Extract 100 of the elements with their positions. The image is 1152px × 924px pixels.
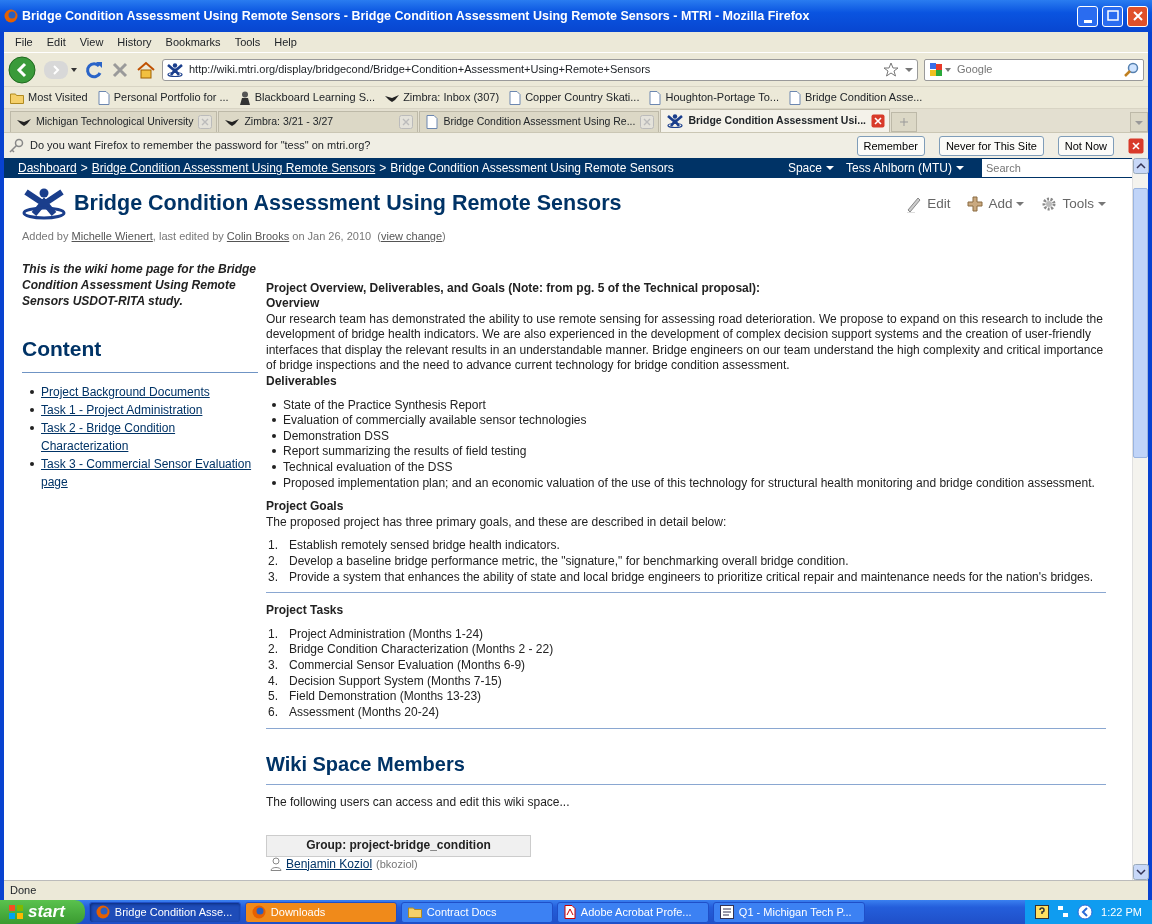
section-heading: Project Goals <box>266 499 345 515</box>
scroll-up-icon[interactable] <box>1133 158 1149 174</box>
chevron-icon[interactable] <box>1077 904 1094 920</box>
notification-button[interactable]: Not Now <box>1057 135 1114 156</box>
section-heading: Deliverables <box>266 374 338 390</box>
list-item: Assessment (Months 20-24) <box>289 704 440 721</box>
notification-button[interactable]: Never for This Site <box>938 135 1044 156</box>
back-button[interactable] <box>8 55 38 84</box>
bookmark[interactable]: Blackboard Learning S... <box>238 89 376 106</box>
folder-icon <box>407 906 422 918</box>
search-icon[interactable] <box>1123 61 1139 78</box>
browser-tab[interactable]: Bridge Condition Assessment Usi... <box>660 109 890 132</box>
browser-tab[interactable]: Zimbra: 3/21 - 3/27 <box>218 111 419 132</box>
close-tab-icon[interactable] <box>870 114 885 128</box>
paragraph: The following users can access and edit this wiki space... <box>266 795 571 811</box>
list-number: 1. <box>268 538 279 554</box>
bullet-icon <box>272 449 276 454</box>
address-field[interactable]: http://wiki.mtri.org/display/bridgecond/Bridge+Condition+Assessment+Using+Remote+Sensors <box>162 58 918 81</box>
menu-item[interactable]: History <box>110 33 159 51</box>
status-text: Done <box>10 883 37 899</box>
menu-item[interactable]: Help <box>267 33 304 51</box>
bookmark[interactable]: Most Visited <box>10 89 88 106</box>
list-number: 2. <box>268 554 279 570</box>
browser-tab[interactable]: Bridge Condition Assessment Using Re... <box>419 111 660 132</box>
bullet-icon <box>272 433 276 438</box>
bullet-icon <box>272 465 276 470</box>
user-link[interactable]: Benjamin Koziol <box>286 856 373 873</box>
caret-icon <box>1098 201 1106 207</box>
page-action-button[interactable]: Tools <box>1040 193 1106 215</box>
bullet-icon <box>30 426 34 430</box>
menu-item[interactable]: Tools <box>227 33 268 51</box>
byline-link[interactable]: Michelle Wienert <box>71 230 153 242</box>
breadcrumb-link[interactable]: Bridge Condition Assessment Using Remote Sensors <box>91 159 376 177</box>
list-item: Report summarizing the results of field testing <box>283 444 527 461</box>
breadcrumb-link[interactable]: Dashboard <box>18 159 77 177</box>
menu-item[interactable]: Edit <box>39 33 73 51</box>
bookmark[interactable]: Zimbra: Inbox (307) <box>385 89 500 106</box>
byline: Added by Michelle Wienert, last edited by Colin Brooks on Jan 26, 2010 (view change) <box>22 229 447 244</box>
scrollbar[interactable] <box>1132 158 1148 880</box>
bullet-icon <box>272 480 276 485</box>
sidebar-link[interactable]: Task 2 - Bridge Condition Characterization <box>41 419 258 455</box>
bookmark[interactable]: Personal Portfolio for ... <box>97 89 229 106</box>
page-icon <box>426 115 439 129</box>
breadcrumb-text: > <box>379 160 387 177</box>
bookmark[interactable]: Copper Country Skati... <box>509 89 640 106</box>
url-text: http://wiki.mtri.org/display/bridgecond/Bridge+Condition+Assessment+Using+Remote+Sensors <box>189 62 652 78</box>
menu-item[interactable]: Bookmarks <box>158 33 228 51</box>
list-item: Evaluation of commercially available sensor technologies <box>283 413 587 429</box>
menu-item[interactable]: File <box>8 33 40 51</box>
close-button[interactable] <box>1128 137 1144 154</box>
paragraph: The proposed project has three primary goals, and these are described in detail below: <box>266 514 728 531</box>
search-input[interactable]: Google <box>957 61 1119 78</box>
username-text: (bkoziol) <box>376 856 418 872</box>
bullet-icon <box>30 408 34 412</box>
reload-icon[interactable] <box>84 59 104 80</box>
taskbar-button[interactable]: Bridge Condition Asse... <box>88 901 241 923</box>
list-number: 5. <box>268 689 279 705</box>
list-number: 6. <box>268 704 279 721</box>
list-item: Develop a baseline bridge performance metric, the "signature," for benchmarking overall bridge condition. <box>289 554 849 570</box>
minimize-button[interactable] <box>1077 5 1098 27</box>
colored-squares-icon[interactable] <box>929 61 953 78</box>
caret-icon <box>825 165 834 171</box>
site-search-field[interactable]: Search <box>982 159 1132 177</box>
sidebar-link[interactable]: Task 1 - Project Administration <box>41 401 203 419</box>
maximize-button[interactable] <box>1102 5 1123 27</box>
page-title: Bridge Condition Assessment Using Remote Sensors <box>74 191 622 217</box>
figure-logo-icon <box>167 62 183 77</box>
notification-button[interactable]: Remember <box>856 135 925 156</box>
home-icon[interactable] <box>136 59 156 80</box>
page-action-button[interactable]: Add <box>966 193 1025 215</box>
web-search-field[interactable]: Google <box>924 58 1144 81</box>
windows-flag-icon <box>8 904 24 920</box>
help-icon[interactable] <box>1035 905 1050 919</box>
page-action-button[interactable]: Edit <box>905 193 951 215</box>
browser-tab[interactable]: Michigan Technological University <box>10 111 218 132</box>
list-item: Technical evaluation of the DSS <box>283 460 453 476</box>
taskbar-button[interactable]: Q1 - Michigan Tech P... <box>712 901 865 923</box>
sidebar-link[interactable]: Project Background Documents <box>41 383 210 401</box>
bookmark[interactable]: Bridge Condition Asse... <box>789 89 923 106</box>
dropdown-caret-icon[interactable] <box>905 65 913 74</box>
taskbar-button[interactable]: Adobe Acrobat Profe... <box>556 901 709 923</box>
document-icon <box>719 905 734 919</box>
section-heading: Project Tasks <box>266 603 345 619</box>
section-heading: Project Overview, Deliverables, and Goals (Note: from pg. 5 of the Technical proposal): <box>266 280 762 297</box>
header-menu[interactable]: Space <box>787 159 834 177</box>
scroll-down-icon[interactable] <box>1133 864 1149 880</box>
section-heading: Content <box>22 332 258 373</box>
close-button[interactable] <box>1127 5 1148 27</box>
list-item: Demonstration DSS <box>283 428 390 445</box>
bookmark[interactable]: Houghton-Portage To... <box>649 89 779 106</box>
menu-item[interactable]: View <box>72 33 111 51</box>
list-number: 2. <box>268 642 279 658</box>
folder-icon <box>10 91 24 104</box>
sidebar-link[interactable]: Task 3 - Commercial Sensor Evaluation page <box>41 455 258 491</box>
document-icon <box>563 905 576 919</box>
byline-link[interactable]: Colin Brooks <box>226 230 290 242</box>
caret-icon <box>1016 201 1025 207</box>
header-menu[interactable]: Tess Ahlborn (MTU) <box>845 159 964 177</box>
taskbar-button[interactable]: Contract Docs <box>400 901 553 923</box>
star-icon[interactable] <box>883 61 899 78</box>
